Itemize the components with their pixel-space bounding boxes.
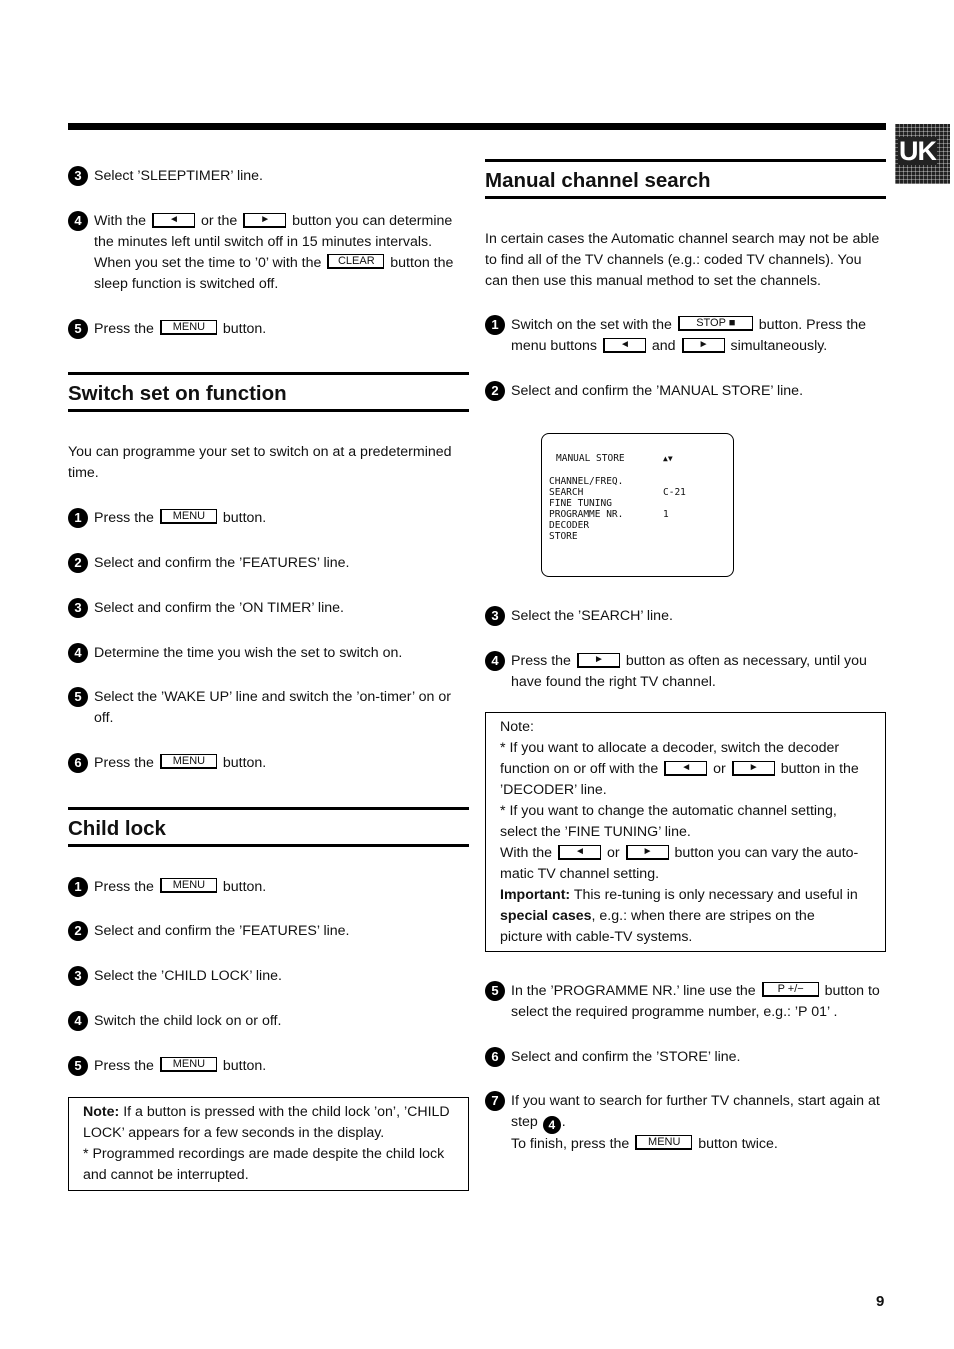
top-rule	[68, 123, 886, 130]
child-lock-note: Note: If a button is pressed with the ch…	[68, 1097, 469, 1191]
menu-key-icon: MENU	[159, 878, 217, 893]
sleep-step-5: 5 Press the MENU button.	[68, 319, 266, 340]
clear-key-icon: CLEAR	[327, 254, 385, 269]
switch-on-step-5: 5 Select the ’WAKE UP’ line and switch t…	[68, 687, 469, 729]
programme-plus-minus-key-icon: P +/−	[761, 982, 819, 997]
menu-key-icon: MENU	[159, 509, 217, 524]
menu-key-icon: MENU	[635, 1135, 693, 1150]
manual-search-note: Note: * If you want to allocate a decode…	[485, 712, 886, 952]
child-lock-step-1: 1 Press the MENU button.	[68, 877, 266, 898]
manual-step-7: 7 If you want to search for further TV c…	[485, 1091, 886, 1155]
language-tab-uk: UK	[895, 124, 950, 184]
switch-on-step-4: 4 Determine the time you wish the set to…	[68, 643, 402, 664]
left-arrow-key-icon: ◄	[664, 761, 708, 776]
right-arrow-key-icon: ►	[243, 213, 287, 228]
switch-on-step-1: 1 Press the MENU button.	[68, 508, 266, 529]
manual-step-2: 2 Select and confirm the ’MANUAL STORE’ …	[485, 381, 803, 402]
right-arrow-key-icon: ►	[576, 653, 620, 668]
sleep-step-3: 3 Select ’SLEEPTIMER’ line.	[68, 166, 263, 187]
section-heading-child-lock: Child lock	[68, 807, 469, 847]
child-lock-step-3: 3 Select the ’CHILD LOCK’ line.	[68, 966, 282, 987]
right-arrow-key-icon: ►	[731, 761, 775, 776]
manual-search-intro: In certain cases the Automatic channel s…	[485, 231, 880, 289]
child-lock-step-4: 4 Switch the child lock on or off.	[68, 1011, 281, 1032]
section-heading-switch-on: Switch set on function	[68, 372, 469, 412]
manual-step-1: 1 Switch on the set with the STOP ■ butt…	[485, 315, 886, 357]
stop-key-icon: STOP ■	[677, 316, 753, 331]
step-reference-badge: 4	[542, 1116, 561, 1134]
child-lock-step-5: 5 Press the MENU button.	[68, 1056, 266, 1077]
menu-key-icon: MENU	[159, 754, 217, 769]
tv-osd-manual-store-screen: MANUAL STORE ▲▼ CHANNEL/FREQ. SEARCH C-2…	[541, 433, 734, 577]
menu-key-icon: MENU	[159, 320, 217, 335]
menu-key-icon: MENU	[159, 1057, 217, 1072]
left-arrow-key-icon: ◄	[152, 213, 195, 228]
manual-step-5: 5 In the ’PROGRAMME NR.’ line use the P …	[485, 981, 886, 1023]
manual-step-6: 6 Select and confirm the ’STORE’ line.	[485, 1047, 740, 1068]
left-arrow-key-icon: ◄	[602, 338, 646, 353]
page-number: 9	[876, 1293, 885, 1310]
switch-on-intro: You can programme your set to switch on …	[68, 444, 452, 481]
child-lock-step-2: 2 Select and confirm the ’FEATURES’ line…	[68, 921, 349, 942]
right-arrow-key-icon: ►	[681, 338, 725, 353]
switch-on-step-3: 3 Select and confirm the ’ON TIMER’ line…	[68, 598, 344, 619]
sleep-step-4: 4 With the ◄ or the ► button you can det…	[68, 211, 469, 295]
manual-step-4: 4 Press the ► button as often as necessa…	[485, 651, 886, 693]
up-down-arrows-icon: ▲▼	[663, 454, 673, 463]
manual-step-3: 3 Select the ’SEARCH’ line.	[485, 606, 673, 627]
switch-on-step-6: 6 Press the MENU button.	[68, 753, 266, 774]
left-arrow-key-icon: ◄	[558, 845, 601, 860]
switch-on-step-2: 2 Select and confirm the ’FEATURES’ line…	[68, 553, 349, 574]
section-heading-manual-search: Manual channel search	[485, 159, 886, 199]
right-arrow-key-icon: ►	[625, 845, 669, 860]
